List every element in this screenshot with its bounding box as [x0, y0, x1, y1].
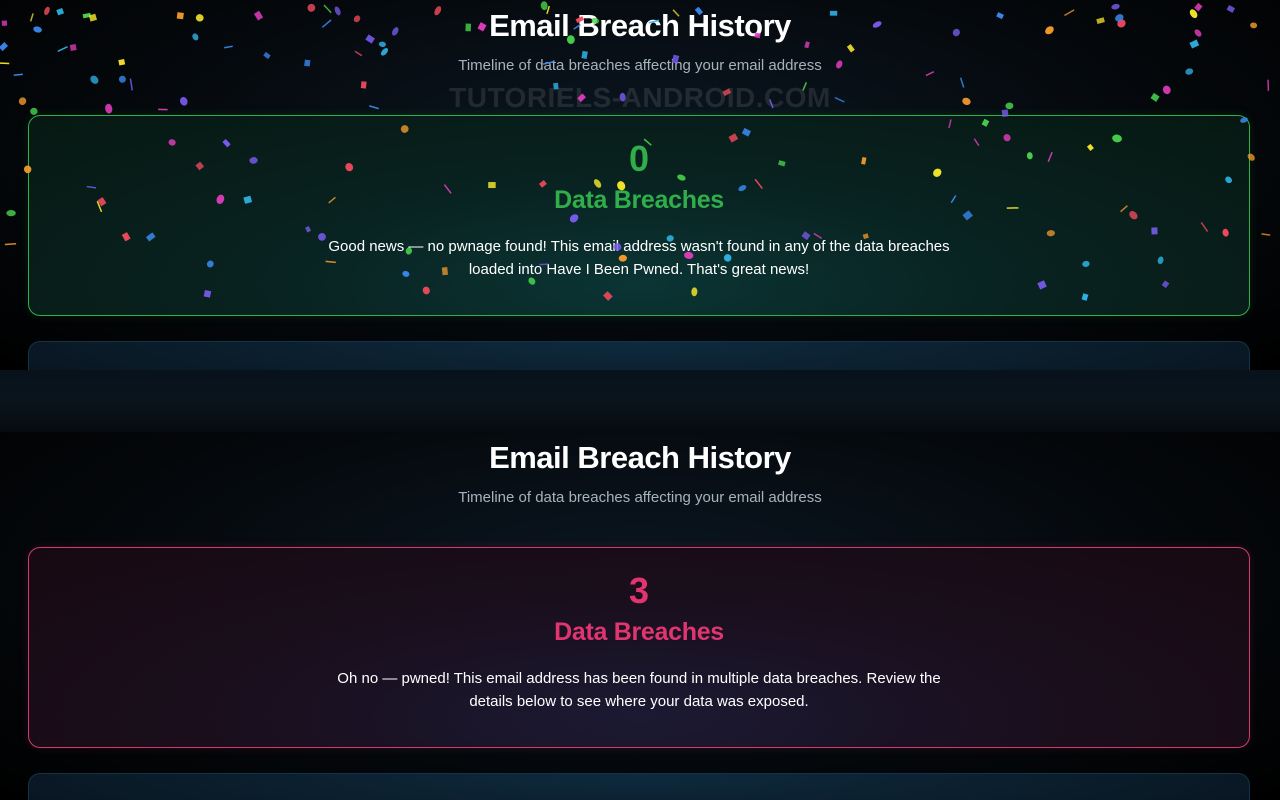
section-divider	[0, 370, 1280, 432]
confetti-piece	[30, 107, 38, 115]
confetti-piece	[6, 210, 16, 217]
confetti-piece	[354, 50, 363, 57]
confetti-piece	[802, 82, 808, 91]
confetti-piece	[1261, 233, 1271, 236]
confetti-piece	[769, 99, 774, 109]
confetti-piece	[1162, 85, 1171, 95]
page-title: Email Breach History	[489, 8, 791, 43]
breach-count: 3	[628, 570, 650, 611]
page-title: Email Breach History	[489, 440, 791, 475]
confetti-piece	[129, 78, 134, 91]
confetti-piece	[962, 97, 971, 106]
breach-panel-safe: Email Breach History Timeline of data br…	[0, 0, 1280, 370]
breach-summary-card: 0 Data Breaches Good news — no pwnage fo…	[28, 115, 1250, 316]
confetti-piece	[577, 93, 586, 103]
confetti-piece	[105, 103, 113, 114]
breach-count: 0	[628, 138, 650, 179]
confetti-piece	[834, 96, 845, 103]
confetti-piece	[959, 77, 965, 88]
confetti-piece	[1150, 92, 1160, 102]
breach-message: Good news — no pwnage found! This email …	[328, 238, 950, 278]
breach-timeline-card	[28, 341, 1250, 370]
confetti-piece	[1267, 79, 1270, 91]
confetti-piece	[69, 44, 77, 52]
confetti-piece	[158, 108, 168, 111]
breach-count-label: Data Breaches	[554, 186, 724, 214]
breach-count-label: Data Breaches	[554, 618, 724, 646]
confetti-piece	[381, 47, 389, 56]
watermark: TUTORIELS-ANDROID.COM	[449, 82, 831, 113]
confetti-piece	[1005, 102, 1014, 110]
confetti-piece	[90, 75, 99, 84]
breach-summary-card: 3 Data Breaches Oh no — pwned! This emai…	[28, 547, 1250, 748]
page-subtitle: Timeline of data breaches affecting your…	[458, 57, 822, 74]
confetti-piece	[18, 97, 27, 106]
confetti-piece	[223, 45, 233, 49]
breach-message: Oh no — pwned! This email address has be…	[337, 670, 941, 710]
confetti-piece	[360, 81, 367, 89]
page-subtitle: Timeline of data breaches affecting your…	[458, 489, 822, 506]
confetti-piece	[619, 92, 626, 102]
confetti-piece	[118, 75, 126, 83]
confetti-piece	[4, 243, 17, 246]
confetti-piece	[846, 44, 855, 53]
confetti-piece	[179, 96, 188, 106]
confetti-piece	[57, 46, 68, 52]
breach-panel-pwned: Email Breach History Timeline of data br…	[0, 432, 1280, 800]
confetti-piece	[722, 88, 732, 97]
confetti-piece	[369, 105, 379, 110]
confetti-piece	[553, 82, 559, 90]
breach-timeline-card	[28, 773, 1250, 800]
